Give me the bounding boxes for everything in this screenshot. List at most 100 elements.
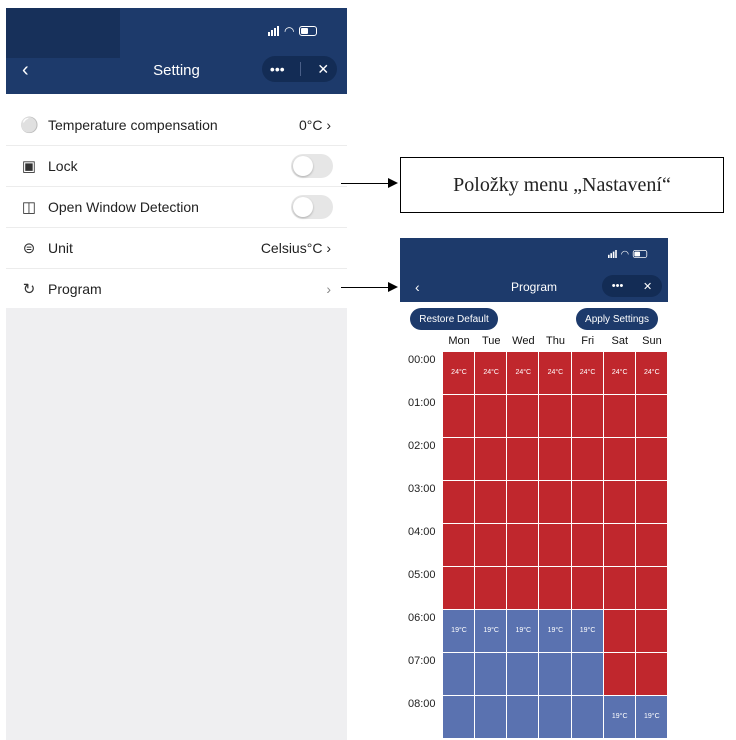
schedule-cell[interactable] bbox=[571, 567, 604, 610]
temperature-label: 19°C bbox=[611, 713, 628, 720]
more-icon[interactable]: ••• bbox=[612, 280, 624, 292]
close-icon[interactable]: ✕ bbox=[317, 61, 329, 78]
schedule-cell[interactable] bbox=[475, 524, 508, 567]
day-label: Fri bbox=[581, 335, 595, 347]
temperature-label: 19°C bbox=[644, 713, 660, 720]
schedule-cell[interactable] bbox=[539, 481, 572, 524]
schedule-cell[interactable] bbox=[539, 438, 572, 481]
apply-settings-button[interactable]: Apply Settings bbox=[576, 308, 658, 330]
temperature-label: 24°C bbox=[483, 369, 499, 376]
schedule-cell[interactable] bbox=[475, 481, 508, 524]
schedule-cell[interactable] bbox=[507, 653, 540, 696]
settings-list: ⚪ Temperature compensation 0°C › ▣ Lock … bbox=[6, 104, 347, 304]
schedule-cell[interactable] bbox=[443, 567, 476, 610]
schedule-cell[interactable] bbox=[635, 567, 668, 610]
schedule-cell[interactable] bbox=[507, 567, 540, 610]
schedule-cell[interactable] bbox=[507, 395, 540, 438]
schedule-cell[interactable] bbox=[603, 610, 636, 653]
setting-lock: ▣ Lock bbox=[6, 145, 347, 187]
schedule-cell[interactable] bbox=[443, 481, 476, 524]
arrow-to-callout-line bbox=[341, 183, 389, 184]
schedule-cell[interactable] bbox=[539, 696, 572, 739]
temperature-label: 19°C bbox=[515, 627, 532, 634]
arrow-to-program-head bbox=[388, 282, 398, 292]
close-icon[interactable]: ✕ bbox=[643, 280, 652, 293]
setting-temperature-compensation[interactable]: ⚪ Temperature compensation 0°C › bbox=[6, 104, 347, 146]
schedule-cell[interactable] bbox=[635, 395, 668, 438]
time-label: 01:00 bbox=[408, 397, 436, 409]
schedule-cell[interactable] bbox=[571, 653, 604, 696]
schedule-cell[interactable] bbox=[475, 567, 508, 610]
schedule-cell[interactable] bbox=[603, 524, 636, 567]
status-bar-block bbox=[6, 8, 120, 58]
day-label: Mon bbox=[448, 335, 470, 347]
schedule-cell[interactable] bbox=[603, 653, 636, 696]
schedule-cell[interactable] bbox=[603, 567, 636, 610]
schedule-cell[interactable] bbox=[635, 438, 668, 481]
callout-label: Položky menu „Nastavení“ bbox=[400, 157, 724, 213]
settings-screen: ◠ ‹ Setting ••• ✕ ⚪ Temperature compensa… bbox=[6, 8, 347, 740]
schedule-cell[interactable] bbox=[507, 438, 540, 481]
open-window-toggle[interactable] bbox=[291, 194, 333, 219]
schedule-cell[interactable] bbox=[571, 395, 604, 438]
schedule-cell[interactable] bbox=[443, 653, 476, 696]
schedule-cell[interactable] bbox=[475, 438, 508, 481]
schedule-cell[interactable] bbox=[603, 395, 636, 438]
schedule-cell[interactable] bbox=[603, 481, 636, 524]
schedule-cell[interactable] bbox=[539, 524, 572, 567]
setting-value: 0°C › bbox=[298, 116, 331, 133]
lock-icon: ▣ bbox=[21, 157, 37, 175]
setting-value: Celsius°C › bbox=[260, 239, 331, 256]
status-icons: ◠ bbox=[608, 248, 648, 260]
arrow-to-callout-head bbox=[388, 178, 398, 188]
schedule-cell[interactable] bbox=[443, 696, 476, 739]
schedule-cell[interactable] bbox=[443, 395, 476, 438]
battery-icon bbox=[633, 250, 648, 258]
setting-label: Unit bbox=[48, 239, 73, 256]
mini-program-capsule: ••• ✕ bbox=[602, 275, 662, 297]
more-icon[interactable]: ••• bbox=[270, 61, 285, 77]
time-label: 07:00 bbox=[408, 655, 436, 667]
restore-default-button[interactable]: Restore Default bbox=[410, 308, 498, 330]
chevron-right-icon: › bbox=[326, 280, 331, 297]
setting-program[interactable]: ↻ Program › bbox=[6, 268, 347, 309]
schedule-cell[interactable] bbox=[635, 653, 668, 696]
day-label: Thu bbox=[546, 335, 565, 347]
schedule-cell[interactable] bbox=[507, 524, 540, 567]
time-label: 00:00 bbox=[408, 354, 436, 366]
day-label: Sat bbox=[611, 335, 629, 347]
schedule-cell[interactable] bbox=[571, 481, 604, 524]
schedule-cell[interactable] bbox=[635, 610, 668, 653]
day-label: Wed bbox=[512, 335, 535, 347]
schedule-cell[interactable] bbox=[571, 524, 604, 567]
status-icons: ◠ bbox=[268, 25, 318, 37]
schedule-cell[interactable] bbox=[443, 524, 476, 567]
schedule-cell[interactable] bbox=[443, 438, 476, 481]
schedule-cell[interactable] bbox=[603, 438, 636, 481]
lock-toggle[interactable] bbox=[291, 153, 333, 178]
schedule-cell[interactable] bbox=[507, 481, 540, 524]
schedule-cell[interactable] bbox=[539, 567, 572, 610]
time-label: 05:00 bbox=[408, 569, 436, 581]
thermometer-icon: ⚪ bbox=[20, 116, 39, 134]
setting-label: Temperature compensation bbox=[48, 116, 218, 133]
setting-open-window-detection: ◫ Open Window Detection bbox=[6, 186, 347, 228]
schedule-cell[interactable] bbox=[571, 438, 604, 481]
schedule-cell[interactable] bbox=[635, 481, 668, 524]
schedule-cell[interactable] bbox=[539, 653, 572, 696]
arrow-to-program-line bbox=[341, 287, 389, 288]
schedule-cell[interactable] bbox=[635, 524, 668, 567]
capsule-divider bbox=[300, 62, 302, 76]
schedule-cell[interactable] bbox=[571, 696, 604, 739]
schedule-cell[interactable] bbox=[475, 653, 508, 696]
schedule-cell[interactable] bbox=[475, 395, 508, 438]
setting-unit[interactable]: ⊜ Unit Celsius°C › bbox=[6, 227, 347, 269]
battery-icon bbox=[299, 26, 318, 36]
temperature-label: 24°C bbox=[611, 369, 628, 376]
schedule-grid[interactable]: 24°C 19°C 24°C 19°C 24°C 19°C 24°C 19°C 24°C 19°C… bbox=[443, 352, 668, 740]
wifi-icon: ◠ bbox=[620, 248, 630, 260]
schedule-cell[interactable] bbox=[507, 696, 540, 739]
temperature-label: 24°C bbox=[644, 369, 660, 376]
schedule-cell[interactable] bbox=[475, 696, 508, 739]
schedule-cell[interactable] bbox=[539, 395, 572, 438]
